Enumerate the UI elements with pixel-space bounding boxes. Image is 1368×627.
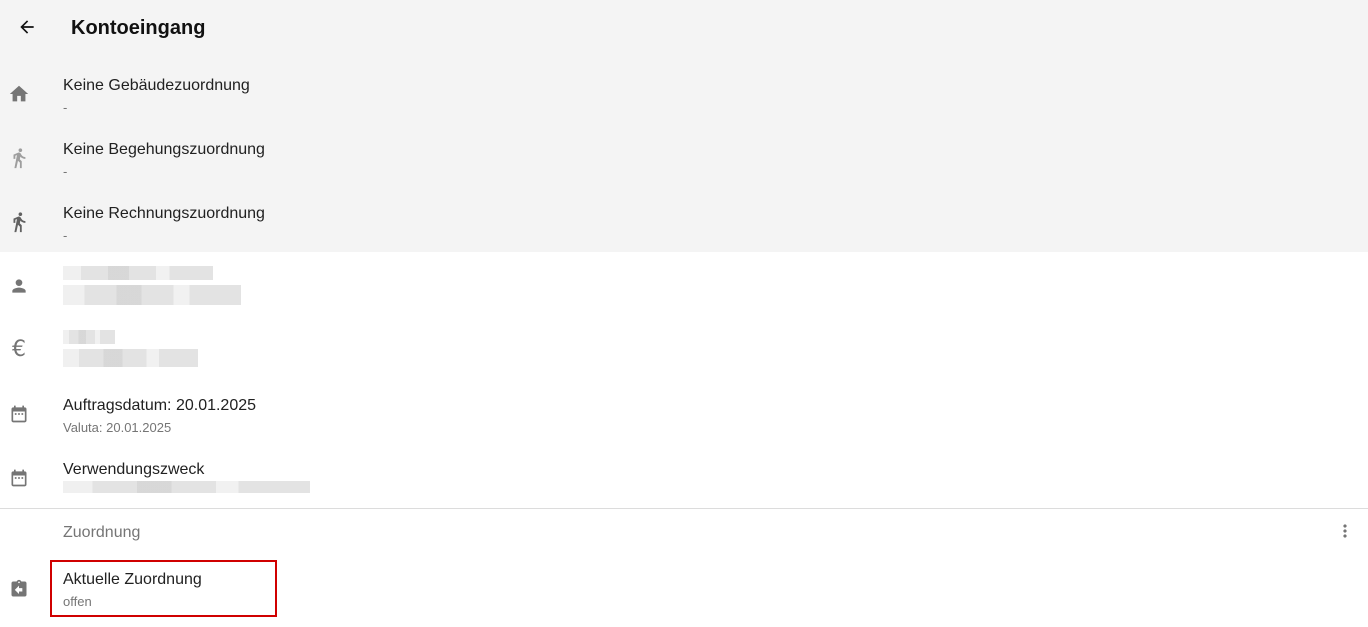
zuordnung-section-title: Zuordnung: [63, 524, 141, 541]
redacted-amount: [63, 330, 115, 344]
invoice-assignment-label: Keine Rechnungszuordnung: [63, 205, 265, 222]
page-title: Kontoeingang: [71, 17, 206, 39]
app-header: Kontoeingang: [0, 0, 1368, 56]
home-icon: [8, 83, 30, 105]
inspection-assignment-row[interactable]: Keine Begehungszuordnung -: [0, 125, 1368, 189]
divider: [0, 508, 1368, 509]
purpose-label: Verwendungszweck: [63, 461, 205, 478]
more-vertical-icon: [1335, 521, 1355, 546]
building-assignment-value: -: [63, 100, 68, 115]
order-date-label: Auftragsdatum: 20.01.2025: [63, 397, 257, 414]
person-icon: [8, 275, 30, 297]
redacted-amount-detail: [63, 349, 198, 367]
building-assignment-label: Keine Gebäudezuordnung: [63, 77, 250, 94]
invoice-assignment-value: -: [63, 228, 68, 243]
arrow-left-icon: [17, 17, 37, 42]
order-date-row: Auftragsdatum: 20.01.2025 Valuta: 20.01.…: [0, 381, 1368, 445]
highlight-box: [50, 560, 277, 617]
invoice-assignment-row[interactable]: Keine Rechnungszuordnung -: [0, 189, 1368, 253]
more-options-button[interactable]: [1334, 522, 1356, 544]
redacted-purpose-text: [63, 481, 310, 493]
amount-row: €: [0, 317, 1368, 381]
value-date: Valuta: 20.01.2025: [63, 420, 172, 435]
back-button[interactable]: [10, 12, 44, 46]
walk-icon: [8, 147, 30, 169]
purpose-row: Verwendungszweck: [0, 445, 1368, 509]
calendar-icon: [8, 403, 30, 425]
euro-icon: €: [12, 337, 26, 362]
assignment-return-icon: [8, 578, 30, 600]
calendar-icon: [8, 467, 30, 489]
building-assignment-row[interactable]: Keine Gebäudezuordnung -: [0, 61, 1368, 125]
redacted-payer-name: [63, 266, 213, 280]
inspection-assignment-label: Keine Begehungszuordnung: [63, 141, 265, 158]
inspection-assignment-value: -: [63, 164, 68, 179]
walk-icon: [8, 211, 30, 233]
redacted-payer-account: [63, 285, 241, 305]
payer-row: [0, 253, 1368, 317]
